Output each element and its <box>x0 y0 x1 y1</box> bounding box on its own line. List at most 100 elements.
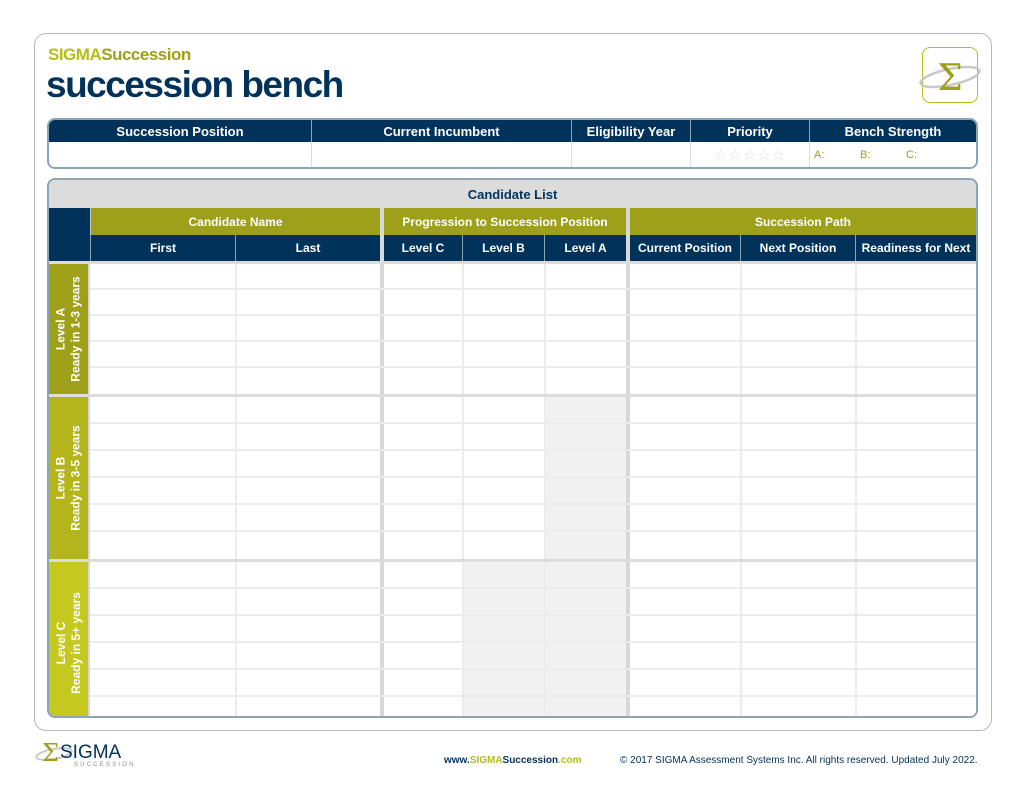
cell-readiness-for-next[interactable] <box>855 316 976 340</box>
cell-level-a[interactable] <box>544 697 626 716</box>
cell-level-a[interactable] <box>544 397 626 422</box>
cell-readiness-for-next[interactable] <box>855 589 976 614</box>
cell-current-position[interactable] <box>626 670 740 695</box>
bench-strength-field[interactable]: A: B: C: <box>810 142 976 167</box>
cell-level-b[interactable] <box>462 643 544 668</box>
cell-first[interactable] <box>90 316 235 340</box>
cell-level-c[interactable] <box>380 451 462 476</box>
cell-level-c[interactable] <box>380 342 462 366</box>
cell-first[interactable] <box>90 451 235 476</box>
cell-level-a[interactable] <box>544 451 626 476</box>
cell-readiness-for-next[interactable] <box>855 670 976 695</box>
cell-next-position[interactable] <box>740 451 855 476</box>
cell-readiness-for-next[interactable] <box>855 424 976 449</box>
cell-level-a[interactable] <box>544 342 626 366</box>
cell-readiness-for-next[interactable] <box>855 697 976 716</box>
cell-last[interactable] <box>235 505 380 530</box>
cell-level-c[interactable] <box>380 424 462 449</box>
cell-last[interactable] <box>235 397 380 422</box>
cell-level-a[interactable] <box>544 368 626 394</box>
cell-level-b[interactable] <box>462 451 544 476</box>
cell-last[interactable] <box>235 670 380 695</box>
cell-last[interactable] <box>235 616 380 641</box>
cell-level-b[interactable] <box>462 616 544 641</box>
cell-level-b[interactable] <box>462 532 544 559</box>
cell-current-position[interactable] <box>626 290 740 314</box>
cell-readiness-for-next[interactable] <box>855 342 976 366</box>
cell-readiness-for-next[interactable] <box>855 616 976 641</box>
cell-level-c[interactable] <box>380 697 462 716</box>
cell-first[interactable] <box>90 643 235 668</box>
cell-current-position[interactable] <box>626 478 740 503</box>
cell-first[interactable] <box>90 264 235 288</box>
succession-position-field[interactable] <box>49 142 312 167</box>
cell-last[interactable] <box>235 478 380 503</box>
cell-first[interactable] <box>90 342 235 366</box>
cell-last[interactable] <box>235 368 380 394</box>
cell-last[interactable] <box>235 264 380 288</box>
cell-current-position[interactable] <box>626 264 740 288</box>
cell-next-position[interactable] <box>740 397 855 422</box>
cell-first[interactable] <box>90 368 235 394</box>
cell-first[interactable] <box>90 505 235 530</box>
cell-level-a[interactable] <box>544 478 626 503</box>
cell-last[interactable] <box>235 697 380 716</box>
cell-level-b[interactable] <box>462 290 544 314</box>
cell-level-c[interactable] <box>380 316 462 340</box>
cell-last[interactable] <box>235 589 380 614</box>
cell-level-b[interactable] <box>462 478 544 503</box>
cell-first[interactable] <box>90 562 235 587</box>
cell-next-position[interactable] <box>740 342 855 366</box>
cell-next-position[interactable] <box>740 562 855 587</box>
cell-current-position[interactable] <box>626 424 740 449</box>
cell-next-position[interactable] <box>740 478 855 503</box>
cell-level-a[interactable] <box>544 532 626 559</box>
cell-current-position[interactable] <box>626 316 740 340</box>
cell-level-a[interactable] <box>544 505 626 530</box>
cell-next-position[interactable] <box>740 670 855 695</box>
cell-next-position[interactable] <box>740 505 855 530</box>
cell-level-c[interactable] <box>380 368 462 394</box>
cell-last[interactable] <box>235 290 380 314</box>
cell-level-b[interactable] <box>462 342 544 366</box>
cell-next-position[interactable] <box>740 589 855 614</box>
cell-last[interactable] <box>235 342 380 366</box>
cell-level-a[interactable] <box>544 264 626 288</box>
priority-star-rating[interactable]: ☆☆☆☆☆ <box>691 142 810 167</box>
cell-level-a[interactable] <box>544 562 626 587</box>
cell-first[interactable] <box>90 616 235 641</box>
cell-current-position[interactable] <box>626 697 740 716</box>
cell-readiness-for-next[interactable] <box>855 451 976 476</box>
cell-next-position[interactable] <box>740 290 855 314</box>
cell-level-b[interactable] <box>462 264 544 288</box>
cell-level-c[interactable] <box>380 532 462 559</box>
cell-current-position[interactable] <box>626 451 740 476</box>
cell-readiness-for-next[interactable] <box>855 562 976 587</box>
cell-next-position[interactable] <box>740 616 855 641</box>
cell-level-b[interactable] <box>462 670 544 695</box>
cell-readiness-for-next[interactable] <box>855 643 976 668</box>
cell-level-a[interactable] <box>544 316 626 340</box>
cell-readiness-for-next[interactable] <box>855 290 976 314</box>
cell-level-b[interactable] <box>462 562 544 587</box>
cell-first[interactable] <box>90 589 235 614</box>
cell-level-c[interactable] <box>380 397 462 422</box>
current-incumbent-field[interactable] <box>312 142 572 167</box>
cell-level-a[interactable] <box>544 670 626 695</box>
cell-level-a[interactable] <box>544 643 626 668</box>
cell-readiness-for-next[interactable] <box>855 505 976 530</box>
cell-level-b[interactable] <box>462 397 544 422</box>
cell-level-b[interactable] <box>462 589 544 614</box>
cell-last[interactable] <box>235 643 380 668</box>
cell-last[interactable] <box>235 316 380 340</box>
cell-first[interactable] <box>90 532 235 559</box>
cell-first[interactable] <box>90 290 235 314</box>
cell-first[interactable] <box>90 670 235 695</box>
cell-last[interactable] <box>235 424 380 449</box>
cell-level-c[interactable] <box>380 505 462 530</box>
cell-next-position[interactable] <box>740 532 855 559</box>
cell-current-position[interactable] <box>626 342 740 366</box>
cell-current-position[interactable] <box>626 397 740 422</box>
cell-readiness-for-next[interactable] <box>855 478 976 503</box>
cell-level-b[interactable] <box>462 368 544 394</box>
